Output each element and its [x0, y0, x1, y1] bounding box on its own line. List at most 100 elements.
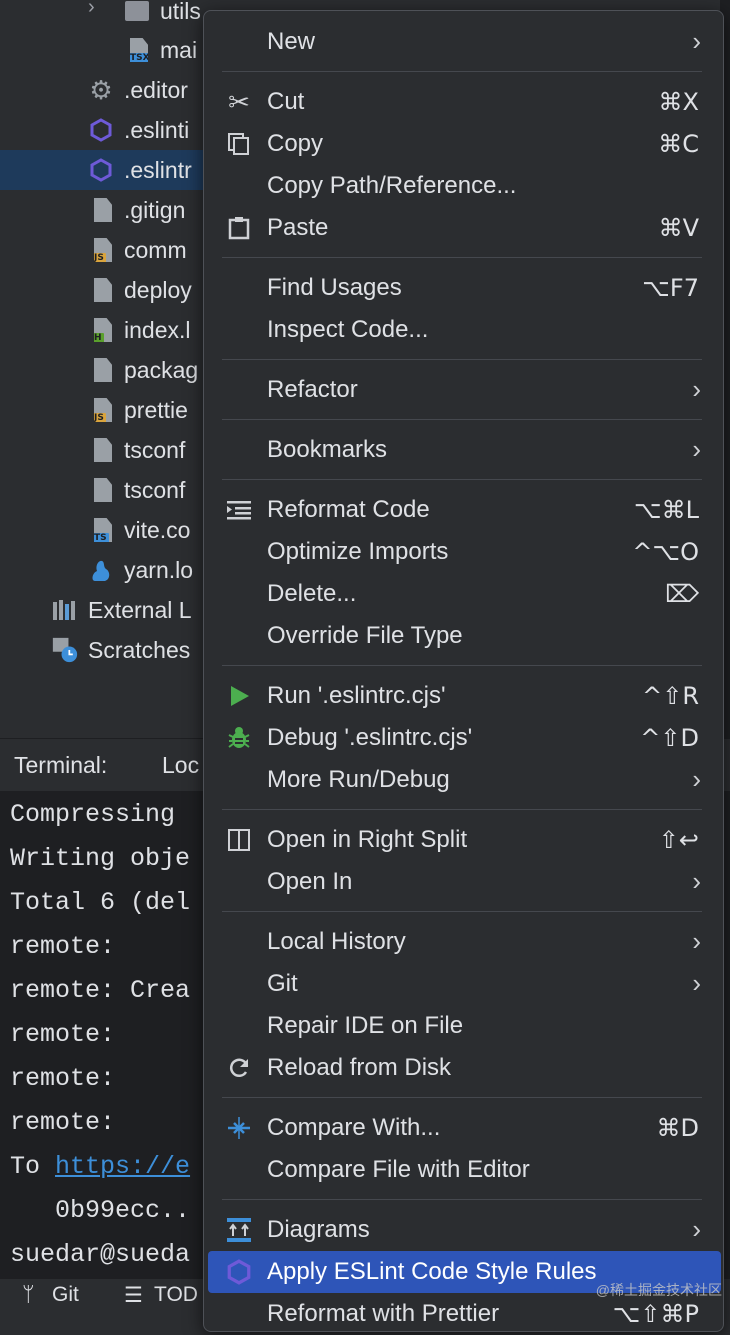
terminal-title: Terminal: [14, 752, 108, 778]
menu-item-cut[interactable]: ✂ Cut ⌘X [204, 81, 723, 123]
menu-item-refactor[interactable]: Refactor › [204, 369, 723, 411]
terminal-line: Writing obje [10, 844, 191, 873]
menu-item-local-history[interactable]: Local History › [204, 921, 723, 963]
menu-item-copy-path[interactable]: Copy Path/Reference... [204, 165, 723, 207]
menu-item-label: Local History [267, 928, 406, 955]
menu-item-label: Repair IDE on File [267, 1012, 464, 1039]
menu-item-shortcut: ⌦ [665, 580, 699, 608]
ts-file-icon: TS [90, 517, 116, 543]
menu-item-compare-with[interactable]: Compare With... ⌘D [204, 1107, 723, 1149]
menu-item-label: Open in Right Split [267, 826, 468, 853]
tree-item-label: prettie [124, 397, 188, 423]
menu-item-new[interactable]: New › [204, 21, 723, 63]
tree-item-label: utils [160, 0, 201, 24]
list-icon: ☰ [124, 1284, 143, 1307]
tree-item-eslintrc[interactable]: .eslintr [0, 150, 210, 190]
tree-item-utils[interactable]: › utils [0, 0, 210, 30]
folder-icon [124, 0, 150, 24]
menu-item-optimize-imports[interactable]: Optimize Imports ^⌥O [204, 531, 723, 573]
menu-separator [222, 359, 702, 360]
menu-item-shortcut: ^⇧D [640, 724, 699, 752]
menu-item-inspect-code[interactable]: Inspect Code... [204, 309, 723, 351]
tree-item-gitignore[interactable]: .gitign [0, 190, 210, 230]
chevron-right-icon: › [692, 434, 701, 464]
menu-item-find-usages[interactable]: Find Usages ⌥F7 [204, 267, 723, 309]
menu-item-shortcut: ^⌥O [632, 538, 699, 566]
chevron-right-icon[interactable]: › [88, 0, 95, 19]
tree-item-label: .eslintr [124, 157, 192, 183]
eslint-icon [88, 117, 114, 143]
menu-item-paste[interactable]: Paste ⌘V [204, 207, 723, 249]
menu-separator [222, 809, 702, 810]
menu-item-reload-from-disk[interactable]: Reload from Disk [204, 1047, 723, 1089]
scissors-icon: ✂ [228, 86, 250, 117]
menu-separator [222, 665, 702, 666]
tree-item-commitlint[interactable]: JS comm [0, 230, 210, 270]
terminal-link[interactable]: https://e [55, 1152, 190, 1181]
tree-item-editorconfig[interactable]: ⚙ .editor [0, 70, 210, 110]
menu-item-label: Apply ESLint Code Style Rules [267, 1258, 597, 1285]
chevron-right-icon: › [692, 764, 701, 794]
terminal-line: remote: [10, 1064, 116, 1093]
tree-item-label: tsconf [124, 437, 186, 463]
tree-item-main[interactable]: TSX mai [0, 30, 210, 70]
tree-item-tsconfig-node[interactable]: tsconf [0, 470, 210, 510]
tree-item-vite-config[interactable]: TS vite.co [0, 510, 210, 550]
status-git[interactable]: Git [52, 1283, 79, 1307]
menu-item-label: Reload from Disk [267, 1054, 452, 1081]
menu-item-label: Compare With... [267, 1114, 441, 1141]
tree-item-label: yarn.lo [124, 557, 194, 583]
eslint-icon [88, 157, 114, 183]
scratches-icon [52, 637, 78, 663]
paste-icon [226, 215, 252, 241]
status-todo[interactable]: TOD [154, 1283, 198, 1307]
tree-item-index[interactable]: H index.l [0, 310, 210, 350]
ignore-file-icon [90, 197, 116, 223]
menu-item-label: Copy Path/Reference... [267, 172, 517, 199]
menu-item-bookmarks[interactable]: Bookmarks › [204, 429, 723, 471]
menu-separator [222, 257, 702, 258]
tree-item-prettier[interactable]: JS prettie [0, 390, 210, 430]
tree-item-yarn-lock[interactable]: yarn.lo [0, 550, 210, 590]
menu-item-run[interactable]: Run '.eslintrc.cjs' ^⇧R [204, 675, 723, 717]
json-file-icon [90, 357, 116, 383]
tree-item-tsconfig[interactable]: tsconf [0, 430, 210, 470]
menu-item-diagrams[interactable]: Diagrams › [204, 1209, 723, 1251]
menu-item-shortcut: ^⇧R [642, 682, 699, 710]
menu-item-git[interactable]: Git › [204, 963, 723, 1005]
tree-item-deploy[interactable]: deploy [0, 270, 210, 310]
menu-item-repair-ide[interactable]: Repair IDE on File [204, 1005, 723, 1047]
file-badge: JS [94, 253, 106, 263]
tree-item-label: .eslinti [124, 117, 190, 143]
tree-item-label: External L [88, 597, 192, 623]
file-badge: TSX [130, 53, 150, 63]
menu-item-open-in[interactable]: Open In › [204, 861, 723, 903]
tree-item-label: index.l [124, 317, 191, 343]
chevron-right-icon: › [692, 1214, 701, 1244]
menu-separator [222, 71, 702, 72]
split-icon [226, 827, 252, 853]
chevron-right-icon: › [692, 866, 701, 896]
tree-item-scratches[interactable]: Scratches [0, 630, 210, 670]
menu-item-copy[interactable]: Copy ⌘C [204, 123, 723, 165]
menu-item-delete[interactable]: Delete... ⌦ [204, 573, 723, 615]
menu-item-more-run-debug[interactable]: More Run/Debug › [204, 759, 723, 801]
js-file-icon: JS [90, 397, 116, 423]
menu-item-label: Find Usages [267, 274, 402, 301]
tree-item-external-libraries[interactable]: External L [0, 590, 210, 630]
debug-icon [226, 725, 252, 751]
menu-item-open-right-split[interactable]: Open in Right Split ⇧↩ [204, 819, 723, 861]
terminal-tab-local[interactable]: Loc [162, 752, 199, 779]
yarn-icon [88, 557, 114, 583]
terminal-line: remote: [10, 1108, 116, 1137]
copy-icon [226, 131, 252, 157]
tree-item-eslintignore[interactable]: .eslinti [0, 110, 210, 150]
menu-item-compare-file-editor[interactable]: Compare File with Editor [204, 1149, 723, 1191]
reformat-icon [226, 497, 252, 523]
menu-item-reformat-code[interactable]: Reformat Code ⌥⌘L [204, 489, 723, 531]
menu-item-override-file-type[interactable]: Override File Type [204, 615, 723, 657]
library-icon [52, 597, 78, 623]
terminal-line: suedar@sueda [10, 1240, 191, 1269]
menu-item-debug[interactable]: Debug '.eslintrc.cjs' ^⇧D [204, 717, 723, 759]
tree-item-package[interactable]: packag [0, 350, 210, 390]
